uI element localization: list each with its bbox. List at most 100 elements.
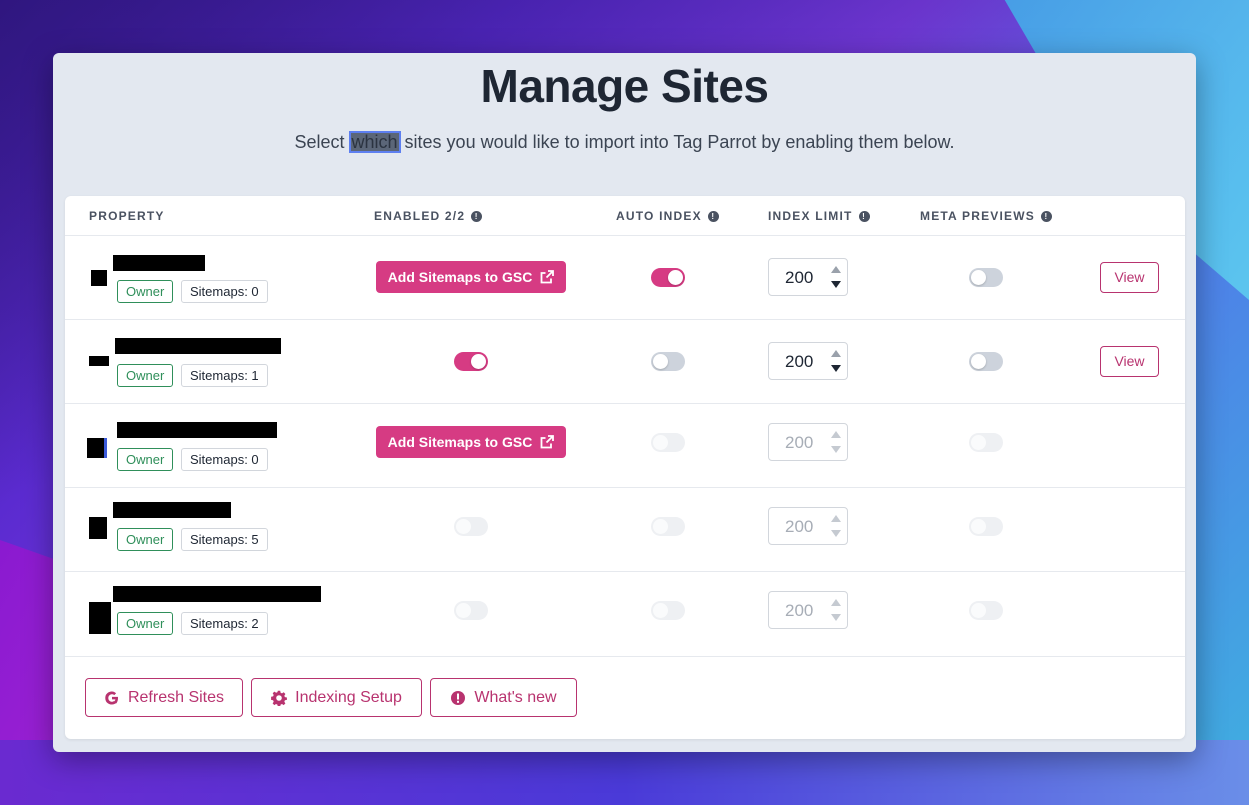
header-meta-previews: META PREVIEWS! [920, 209, 1052, 223]
subtitle-selected-text[interactable]: which [348, 131, 401, 153]
gsc-button-label: Add Sitemaps to GSC [387, 269, 533, 285]
page-subtitle: Select which sites you would like to imp… [53, 131, 1196, 153]
gsc-button-label: Add Sitemaps to GSC [387, 434, 533, 450]
owner-badge: Owner [117, 448, 174, 471]
sites-table-card: PROPERTY ENABLED 2/2! AUTO INDEX! INDEX … [65, 196, 1185, 739]
toggle-knob [653, 603, 668, 618]
meta-previews-toggle[interactable] [969, 352, 1003, 371]
refresh-sites-label: Refresh Sites [127, 688, 225, 706]
owner-badge: Owner [117, 364, 174, 387]
index-limit-stepper[interactable]: 200 [768, 342, 848, 380]
arrow-down-icon [831, 446, 841, 453]
toggle-knob [668, 270, 683, 285]
whats-new-label: What's new [474, 688, 557, 706]
arrow-up-icon [831, 599, 841, 606]
header-enabled-label: ENABLED 2/2 [374, 209, 466, 223]
refresh-sites-button[interactable]: Refresh Sites [85, 678, 243, 717]
index-limit-stepper: 200 [768, 591, 848, 629]
toggle-knob [971, 435, 986, 450]
subtitle-text-before: Select [294, 132, 350, 152]
index-limit-value: 200 [785, 352, 814, 371]
gear-icon [271, 690, 288, 706]
redacted-favicon [87, 438, 107, 458]
page-title: Manage Sites [480, 60, 770, 112]
auto-index-toggle [651, 433, 685, 452]
auto-index-toggle [651, 517, 685, 536]
redacted-favicon [91, 270, 107, 286]
sitemaps-badge: Sitemaps: 1 [181, 364, 268, 387]
enabled-toggle[interactable] [454, 352, 488, 371]
auto-index-toggle [651, 601, 685, 620]
info-icon[interactable]: ! [858, 210, 870, 222]
redacted-site-name [113, 502, 231, 518]
add-sitemaps-to-gsc-button[interactable]: Add Sitemaps to GSC [376, 426, 566, 458]
stepper-arrows [829, 512, 843, 540]
sitemaps-badge: Sitemaps: 0 [181, 448, 268, 471]
external-link-icon [540, 435, 555, 449]
stepper-arrows[interactable] [829, 347, 843, 375]
redacted-favicon [89, 356, 109, 366]
toggle-knob [971, 603, 986, 618]
whats-new-button[interactable]: What's new [430, 678, 577, 717]
redacted-site-name [115, 338, 281, 354]
owner-badge: Owner [117, 612, 174, 635]
toggle-knob [971, 519, 986, 534]
table-row: Owner Sitemaps: 2 200 [65, 572, 1185, 657]
arrow-up-icon [831, 515, 841, 522]
redacted-site-name [113, 255, 205, 271]
stepper-arrows [829, 428, 843, 456]
toggle-knob [456, 603, 471, 618]
header-enabled: ENABLED 2/2! [374, 209, 483, 223]
indexing-setup-button[interactable]: Indexing Setup [251, 678, 422, 717]
header-auto-index-label: AUTO INDEX [616, 209, 702, 223]
arrow-up-icon[interactable] [831, 350, 841, 357]
arrow-down-icon[interactable] [831, 365, 841, 372]
add-sitemaps-to-gsc-button[interactable]: Add Sitemaps to GSC [376, 261, 566, 293]
redacted-site-name [113, 586, 321, 602]
index-limit-value: 200 [785, 268, 814, 287]
enabled-toggle [454, 601, 488, 620]
arrow-down-icon [831, 530, 841, 537]
meta-previews-toggle [969, 601, 1003, 620]
meta-previews-toggle [969, 517, 1003, 536]
header-meta-previews-label: META PREVIEWS [920, 209, 1035, 223]
header-index-limit: INDEX LIMIT! [768, 209, 870, 223]
stepper-arrows[interactable] [829, 263, 843, 291]
sitemaps-badge: Sitemaps: 2 [181, 612, 268, 635]
index-limit-value: 200 [785, 601, 814, 620]
auto-index-toggle[interactable] [651, 352, 685, 371]
toggle-knob [971, 354, 986, 369]
redacted-site-name [117, 422, 277, 438]
auto-index-toggle[interactable] [651, 268, 685, 287]
table-row: Owner Sitemaps: 0 Add Sitemaps to GSC 20… [65, 404, 1185, 488]
toggle-knob [653, 435, 668, 450]
indexing-setup-label: Indexing Setup [295, 688, 402, 706]
index-limit-value: 200 [785, 433, 814, 452]
arrow-up-icon[interactable] [831, 266, 841, 273]
header-property-label: PROPERTY [89, 209, 165, 223]
redacted-favicon [89, 602, 111, 634]
sitemaps-badge: Sitemaps: 0 [181, 280, 268, 303]
view-button[interactable]: View [1100, 346, 1159, 377]
meta-previews-toggle [969, 433, 1003, 452]
google-icon [105, 691, 118, 704]
index-limit-stepper: 200 [768, 507, 848, 545]
table-row: Owner Sitemaps: 0 Add Sitemaps to GSC 20… [65, 236, 1185, 320]
toggle-knob [971, 270, 986, 285]
manage-sites-panel: Manage Sites Select which sites you woul… [53, 53, 1196, 752]
table-row: Owner Sitemaps: 5 200 [65, 488, 1185, 572]
info-icon[interactable]: ! [707, 210, 719, 222]
meta-previews-toggle[interactable] [969, 268, 1003, 287]
toggle-knob [471, 354, 486, 369]
stepper-arrows [829, 596, 843, 624]
index-limit-stepper[interactable]: 200 [768, 258, 848, 296]
arrow-down-icon[interactable] [831, 281, 841, 288]
subtitle-text-after: sites you would like to import into Tag … [399, 132, 955, 152]
exclamation-circle-icon [451, 690, 466, 705]
owner-badge: Owner [117, 280, 174, 303]
info-icon[interactable]: ! [471, 210, 483, 222]
view-button[interactable]: View [1100, 262, 1159, 293]
toggle-knob [456, 519, 471, 534]
info-icon[interactable]: ! [1040, 210, 1052, 222]
header-auto-index: AUTO INDEX! [616, 209, 719, 223]
